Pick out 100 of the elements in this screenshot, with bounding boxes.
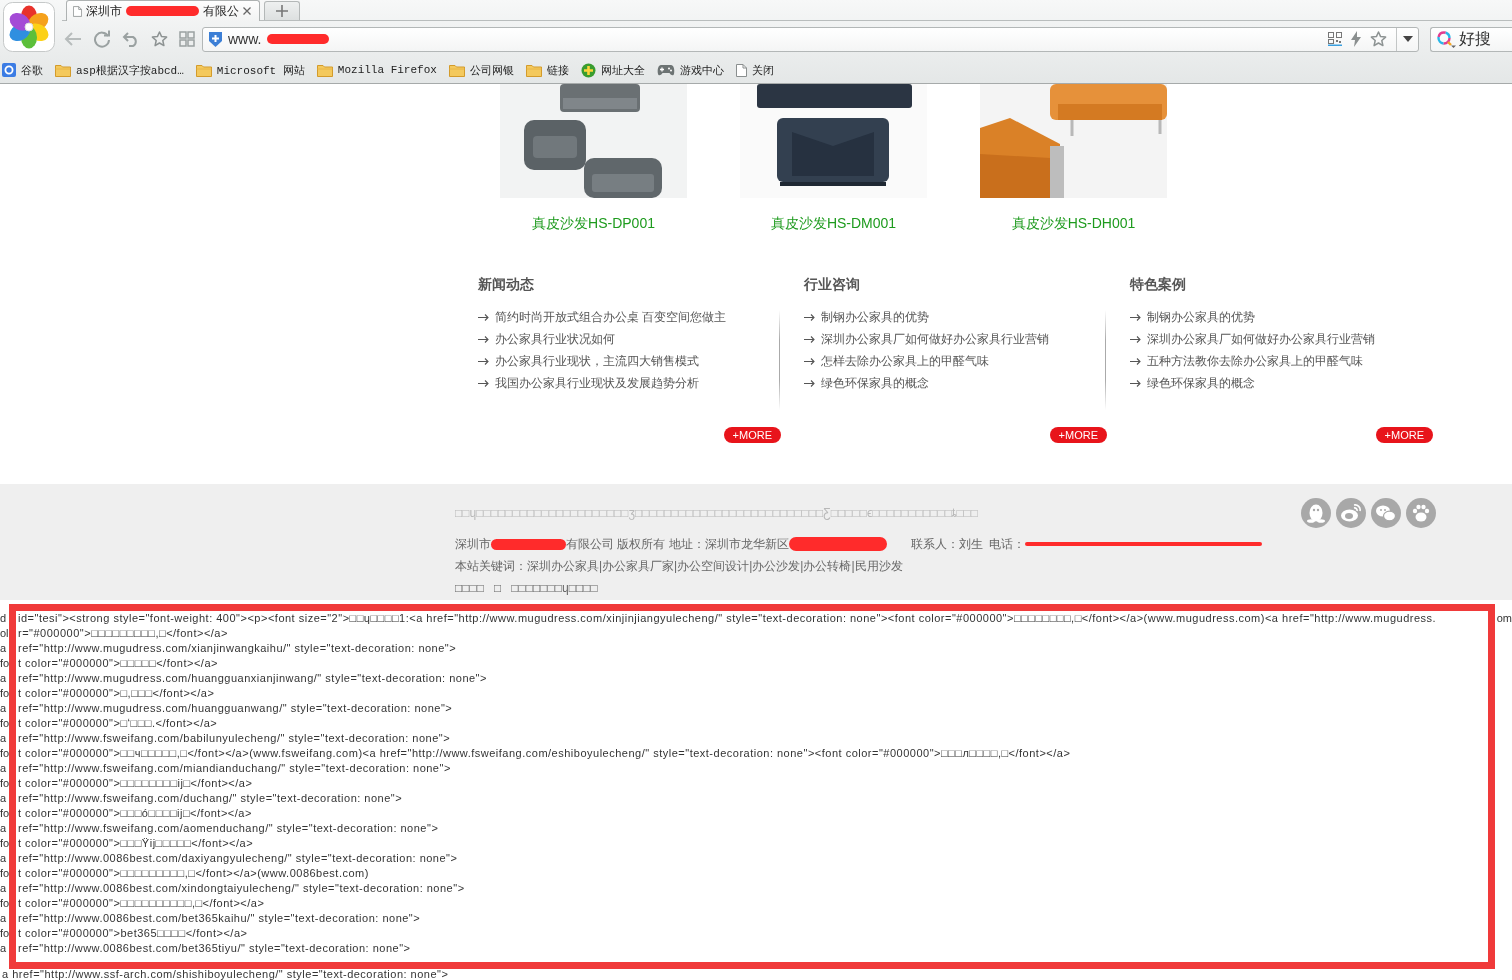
news-link[interactable]: 我国办公家具行业现状及发展趋势分析 [495, 374, 699, 392]
lightning-icon[interactable] [1351, 31, 1361, 47]
code-line: t color="#000000">□□□□□□□□ij□</font></a> [18, 776, 253, 791]
code-fragment: fo [0, 746, 9, 761]
arrow-right-icon [804, 313, 815, 321]
refresh-icon[interactable] [93, 30, 111, 48]
more-button[interactable]: +MORE [1049, 427, 1107, 443]
footer-text: 联系人：刘生 电话： [910, 537, 1026, 551]
bookmark[interactable]: 关闭 [735, 62, 774, 78]
bookmark[interactable]: 公司网银 [448, 62, 514, 78]
undo-icon[interactable] [122, 31, 140, 47]
code-line: t color="#000000">bet365□□□□</font></a> [18, 926, 248, 941]
code-line: t color="#000000">□□□□□□□□□,□</font></a>(www.0086best.com) [18, 866, 369, 881]
bookmark[interactable]: 谷歌 [2, 62, 43, 78]
code-line: id="tesi"><strong style="font-weight: 400"><p><font size="2">□□ɥ□□□□1:<a href="http://www.mugudress.com/xinjinjiangyulecheng/" style="text-decoration: none"><font color="#000000">□□□□□□□□,□</font></a>(www.mugudress.com)<a href="http://www.mugudress. [18, 611, 1437, 626]
paw-icon[interactable] [1406, 498, 1436, 528]
code-line: ref="http://www.fsweifang.com/duchang/" style="text-decoration: none"> [18, 791, 403, 806]
address-field[interactable]: www. [202, 26, 1419, 52]
folder-icon [195, 63, 212, 77]
code-line: ref="http://www.fsweifang.com/miandianduchang/" style="text-decoration: none"> [18, 761, 451, 776]
news-link[interactable]: 绿色环保家具的概念 [821, 374, 929, 392]
news-link[interactable]: 制钢办公家具的优势 [1147, 308, 1255, 326]
code-fragment: fo [0, 866, 9, 881]
pinwheel-logo-icon[interactable] [3, 2, 55, 52]
product-link[interactable]: 真皮沙发HS-DM001 [770, 215, 897, 231]
shield-icon [209, 31, 222, 47]
code-line: r="#000000">□□□□□□□□□,□</font></a> [18, 626, 228, 641]
product-link[interactable]: 真皮沙发HS-DP001 [532, 215, 655, 231]
code-fragment: fo [0, 836, 9, 851]
tile-icon [2, 63, 16, 77]
code-fragment: a [0, 731, 8, 746]
code-line: ref="http://www.mugudress.com/huangguanwang/" style="text-decoration: none"> [18, 701, 453, 716]
code-fragment: a [0, 821, 8, 836]
code-fragment: om [1496, 611, 1512, 626]
code-line: ref="http://www.mugudress.com/xianjinwangkaihu/" style="text-decoration: none"> [18, 641, 457, 656]
penguin-icon[interactable] [1301, 498, 1331, 528]
chat-bubbles-icon[interactable] [1371, 498, 1401, 528]
code-fragment: fo [0, 686, 9, 701]
folder-icon [525, 63, 542, 77]
browser-tab[interactable]: 深圳市 有限公 [66, 0, 260, 21]
qr-code-icon[interactable] [1328, 32, 1342, 46]
code-fragment: fo [0, 806, 9, 821]
bookmark[interactable]: 链接 [525, 62, 569, 78]
code-fragment: a [0, 761, 8, 776]
code-line: t color="#000000">□,□□□</font></a> [18, 686, 215, 701]
code-fragment: a [0, 881, 8, 896]
code-fragment: fo [0, 896, 9, 911]
arrow-right-icon [1130, 379, 1141, 387]
news-link[interactable]: 深圳办公家具厂如何做好办公家具行业营销 [1147, 330, 1375, 348]
bookmark[interactable]: asp根据汉字按abcd… [55, 62, 184, 78]
news-link[interactable]: 绿色环保家具的概念 [1147, 374, 1255, 392]
code-line: ref="http://www.0086best.com/bet365tiyu/" style="text-decoration: none"> [18, 941, 411, 956]
new-tab-button[interactable] [264, 1, 300, 20]
folder-icon [316, 63, 333, 77]
news-link[interactable]: 深圳办公家具厂如何做好办公家具行业营销 [821, 330, 1049, 348]
star-icon[interactable] [1370, 31, 1387, 47]
code-fragment: fo [0, 716, 9, 731]
code-fragment: fo [0, 776, 9, 791]
more-button[interactable]: +MORE [1375, 427, 1433, 443]
bookmark[interactable]: Mozilla Firefox [316, 63, 437, 77]
folder-icon [55, 63, 71, 77]
bookmark[interactable]: 游戏中心 [656, 62, 724, 78]
search-icon[interactable] [1437, 30, 1456, 48]
code-fragment: a [0, 851, 8, 866]
footer-text: 有限公司 版权所有 地址：深圳市龙华新区 [566, 537, 789, 551]
code-fragment: a [0, 701, 8, 716]
code-line: a href="http://www.ssf-arch.com/shishiboyulecheng/" style="text-decoration: none"> [1, 969, 450, 980]
eye-icon[interactable] [1336, 498, 1366, 528]
plus-circle-icon [580, 62, 596, 78]
bookmark[interactable]: 网址大全 [580, 62, 645, 78]
grid-icon[interactable] [179, 31, 195, 47]
arrow-right-icon [804, 335, 815, 343]
folder-icon [448, 63, 465, 77]
section-title: 特色案例 [1130, 276, 1187, 292]
caret-down-icon[interactable] [1402, 36, 1413, 42]
news-link[interactable]: 简约时尚开放式组合办公桌 百变空间您做主 [495, 308, 727, 326]
garbled-text: □□□□ □ □□□□□□□ɥ□□□□ [455, 581, 599, 595]
bookmark[interactable]: Microsoft 网站 [195, 62, 305, 78]
arrow-right-icon [478, 313, 489, 321]
code-fragment: d [0, 611, 8, 626]
plus-icon [276, 5, 288, 17]
arrow-right-icon [1130, 313, 1141, 321]
code-line: t color="#000000">□□□□□□□□□□,□</font></a> [18, 896, 265, 911]
more-button[interactable]: +MORE [723, 427, 781, 443]
code-fragment: ol [0, 626, 9, 641]
arrow-right-icon [1130, 357, 1141, 365]
news-link[interactable]: 五种方法教你去除办公家具上的甲醛气味 [1147, 352, 1363, 370]
news-link[interactable]: 怎样去除办公家具上的甲醛气味 [821, 352, 989, 370]
back-icon[interactable] [64, 31, 82, 47]
news-link[interactable]: 制钢办公家具的优势 [821, 308, 929, 326]
arrow-right-icon [804, 379, 815, 387]
code-line: ref="http://www.0086best.com/bet365kaihu/" style="text-decoration: none"> [18, 911, 421, 926]
news-link[interactable]: 办公家具行业状况如何 [495, 330, 615, 348]
gamepad-icon [656, 64, 675, 76]
search-field[interactable]: 好搜 [1430, 26, 1512, 52]
news-link[interactable]: 办公家具行业现状，主流四大销售模式 [495, 352, 699, 370]
close-icon[interactable] [243, 7, 251, 15]
star-icon[interactable] [151, 31, 168, 47]
product-link[interactable]: 真皮沙发HS-DH001 [1011, 215, 1136, 231]
section-title: 新闻动态 [478, 276, 535, 292]
